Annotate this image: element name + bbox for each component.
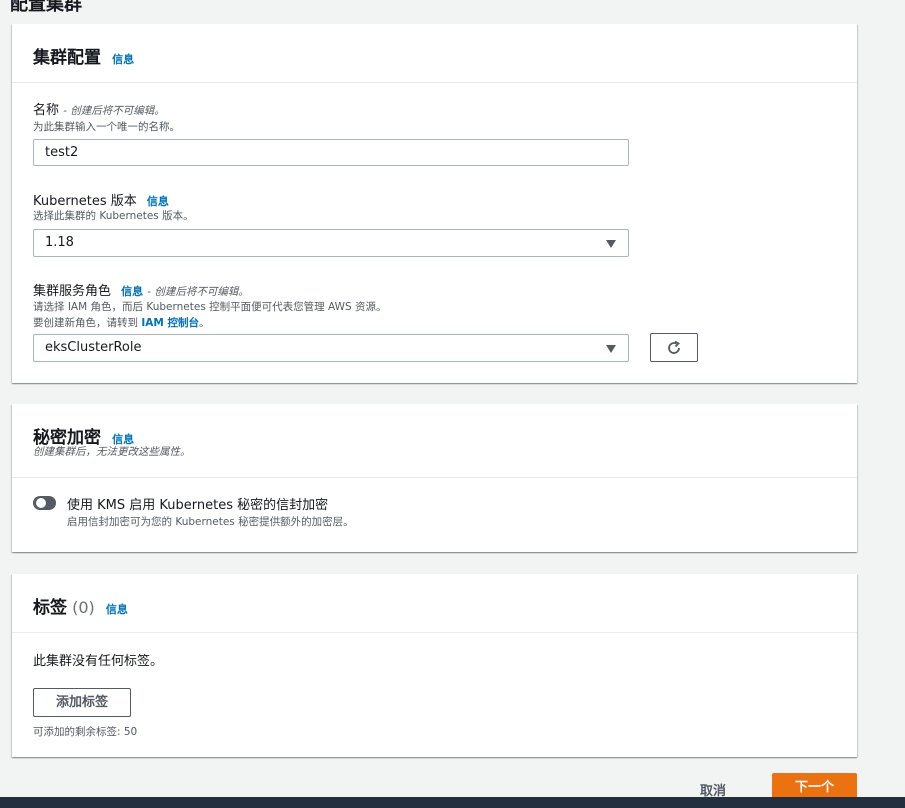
add-tag-button[interactable]: 添加标签: [33, 688, 131, 717]
secrets-header: 秘密加密 信息 创建集群后，无法更改这些属性。: [12, 404, 857, 478]
role-label-note: - 创建后将不可编辑。: [147, 286, 249, 298]
role-description-2-suffix: 。: [198, 317, 210, 329]
kms-encryption-toggle[interactable]: [33, 496, 56, 510]
role-label: 集群服务角色: [33, 284, 112, 299]
cluster-config-title: 集群配置: [33, 48, 101, 68]
dropdown-arrow-icon: [606, 240, 616, 248]
dropdown-arrow-icon: [606, 345, 616, 353]
tags-header: 标签 (0) 信息: [12, 574, 857, 633]
tags-title: 标签: [33, 598, 67, 618]
cluster-config-header: 集群配置 信息: [12, 24, 857, 83]
cluster-name-input[interactable]: test2: [33, 139, 629, 166]
tags-remaining: 可添加的剩余标签: 50: [33, 726, 138, 738]
refresh-roles-button[interactable]: [650, 333, 698, 362]
version-description: 选择此集群的 Kubernetes 版本。: [33, 210, 194, 222]
cluster-config-info-link[interactable]: 信息: [112, 53, 134, 66]
secrets-subtitle: 创建集群后，无法更改这些属性。: [33, 446, 191, 458]
role-description: 请选择 IAM 角色，而后 Kubernetes 控制平面便可代表您管理 AWS…: [33, 301, 387, 313]
tags-info-link[interactable]: 信息: [106, 603, 128, 616]
kubernetes-version-value: 1.18: [45, 235, 74, 250]
tags-count: (0): [72, 598, 95, 617]
tags-empty-text: 此集群没有任何标签。: [33, 654, 164, 669]
name-label-note: - 创建后将不可编辑。: [63, 105, 165, 117]
name-label: 名称: [33, 103, 60, 118]
role-description-2-prefix: 要创建新角色，请转到: [33, 317, 142, 329]
version-info-link[interactable]: 信息: [147, 195, 169, 208]
kms-toggle-description: 启用信封加密可为您的 Kubernetes 秘密提供额外的加密层。: [67, 516, 354, 528]
cluster-name-value: test2: [45, 145, 79, 160]
role-info-link[interactable]: 信息: [121, 285, 143, 298]
iam-console-link[interactable]: IAM 控制台: [141, 317, 199, 329]
version-label: Kubernetes 版本: [33, 194, 137, 209]
kms-toggle-label: 使用 KMS 启用 Kubernetes 秘密的信封加密: [67, 498, 329, 513]
cluster-config-panel: 集群配置 信息 名称 - 创建后将不可编辑。 为此集群输入一个唯一的名称。 te…: [12, 24, 857, 383]
cluster-role-select[interactable]: eksClusterRole: [33, 334, 629, 362]
toggle-knob: [36, 498, 46, 508]
kubernetes-version-select[interactable]: 1.18: [33, 229, 629, 257]
secrets-encryption-panel: 秘密加密 信息 创建集群后，无法更改这些属性。 使用 KMS 启用 Kubern…: [12, 404, 857, 552]
tags-panel: 标签 (0) 信息 此集群没有任何标签。 添加标签 可添加的剩余标签: 50: [12, 574, 857, 757]
bottom-bar: [0, 797, 905, 808]
role-description-2: 要创建新角色，请转到 IAM 控制台。: [33, 315, 209, 330]
refresh-icon: [668, 340, 680, 354]
cluster-role-value: eksClusterRole: [45, 340, 142, 355]
page-heading: 配置集群: [10, 0, 82, 15]
name-description: 为此集群输入一个唯一的名称。: [33, 121, 180, 133]
